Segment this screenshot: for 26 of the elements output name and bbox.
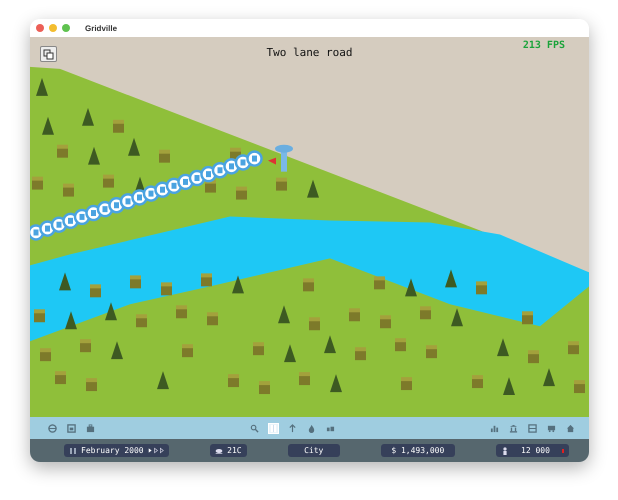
road-icon[interactable]: [528, 424, 537, 432]
bar-chart-icon[interactable]: [490, 424, 499, 432]
pause-icon[interactable]: [69, 446, 77, 454]
view-mode-button[interactable]: City: [288, 444, 340, 457]
temperature-text: 21C: [227, 446, 242, 455]
calendar-icon[interactable]: [67, 424, 76, 432]
briefcase-icon[interactable]: [86, 424, 95, 432]
selected-tool-title: Two lane road: [266, 46, 353, 59]
copy-icon: [43, 48, 54, 60]
person-icon: [500, 446, 509, 454]
fps-counter: 213 FPS: [522, 40, 565, 51]
minimize-button[interactable]: [49, 24, 57, 32]
bank-icon[interactable]: [509, 424, 518, 432]
window-title: Gridville: [85, 24, 118, 32]
date-text: February 2000: [81, 446, 144, 455]
search-tool-icon[interactable]: [250, 424, 259, 432]
close-button[interactable]: [36, 24, 44, 32]
money-text: $ 1,493,000: [391, 446, 444, 455]
maximize-button[interactable]: [62, 24, 70, 32]
arrow-tool-icon[interactable]: [288, 424, 297, 432]
speed-icon[interactable]: [148, 447, 164, 454]
home-icon[interactable]: [566, 424, 575, 432]
bus-icon[interactable]: [547, 424, 556, 432]
view-toggle-button[interactable]: [40, 46, 57, 62]
population-text: 12 000: [520, 446, 551, 455]
cloud-icon: [215, 446, 224, 454]
